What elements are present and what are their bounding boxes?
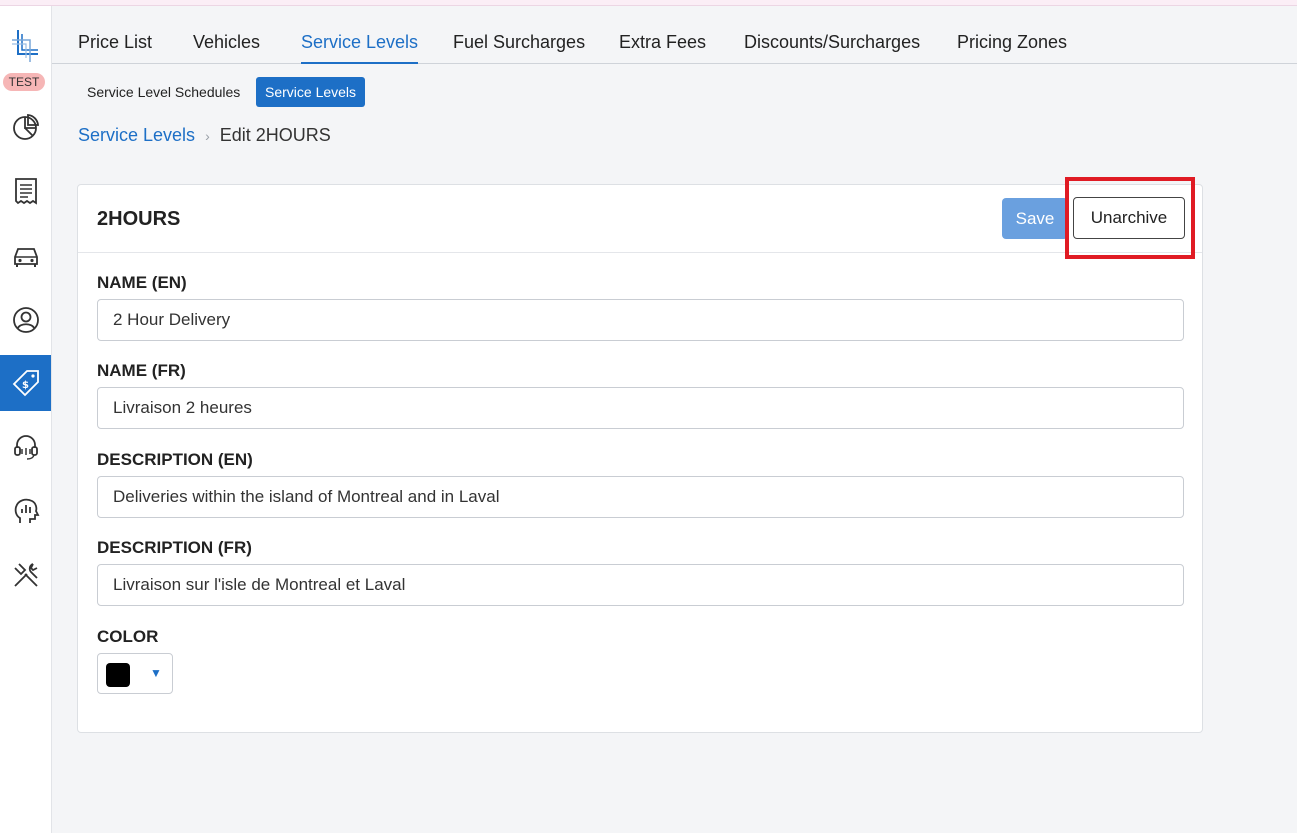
subtab-service-levels[interactable]: Service Levels <box>256 77 366 107</box>
breadcrumb-current: Edit 2HOURS <box>219 125 331 145</box>
color-picker[interactable]: ▼ <box>97 653 173 694</box>
breadcrumb: Service Levels › Edit 2HOURS <box>78 125 331 146</box>
tab-pricing-zones[interactable]: Pricing Zones <box>957 32 1067 64</box>
page-title: 2HOURS <box>97 208 181 230</box>
service-level-form-card: 2HOURS Save Unarchive NAME (EN) NAME (FR… <box>77 184 1203 733</box>
environment-badge: TEST <box>3 73 45 91</box>
tab-vehicles[interactable]: Vehicles <box>193 32 260 64</box>
chevron-down-icon: ▼ <box>150 666 162 680</box>
tab-extra-fees[interactable]: Extra Fees <box>619 32 706 64</box>
description-fr-input[interactable] <box>97 564 1184 606</box>
unarchive-highlight-box <box>1065 177 1195 259</box>
subtab-service-level-schedules[interactable]: Service Level Schedules <box>78 77 249 107</box>
tab-discounts-surcharges[interactable]: Discounts/Surcharges <box>744 32 920 64</box>
receipt-icon[interactable] <box>0 163 51 219</box>
name-en-label: NAME (EN) <box>97 273 187 292</box>
save-button[interactable]: Save <box>1002 198 1068 239</box>
card-header: 2HOURS Save Unarchive <box>78 185 1202 253</box>
app-logo-icon[interactable] <box>10 28 40 66</box>
sidebar: TEST $ <box>0 6 52 833</box>
analytics-head-icon[interactable] <box>0 483 51 539</box>
description-en-label: DESCRIPTION (EN) <box>97 450 253 469</box>
main-tabs: Price List Vehicles Service Levels Fuel … <box>52 20 1297 64</box>
tab-service-levels[interactable]: Service Levels <box>301 32 419 64</box>
tools-icon[interactable] <box>0 547 51 603</box>
svg-text:$: $ <box>22 380 29 391</box>
user-circle-icon[interactable] <box>0 292 51 348</box>
name-en-input[interactable] <box>97 299 1184 341</box>
price-tag-icon[interactable]: $ <box>0 355 51 411</box>
tab-fuel-surcharges[interactable]: Fuel Surcharges <box>453 32 585 64</box>
description-fr-label: DESCRIPTION (FR) <box>97 538 252 557</box>
tab-price-list[interactable]: Price List <box>78 32 152 64</box>
car-icon[interactable] <box>0 228 51 284</box>
breadcrumb-separator-icon: › <box>205 127 210 144</box>
description-en-input[interactable] <box>97 476 1184 518</box>
name-fr-label: NAME (FR) <box>97 361 186 380</box>
headset-icon[interactable] <box>0 419 51 475</box>
name-fr-input[interactable] <box>97 387 1184 429</box>
top-accent-bar <box>0 0 1297 6</box>
color-swatch <box>106 663 130 687</box>
breadcrumb-service-levels-link[interactable]: Service Levels <box>78 125 195 146</box>
color-label: COLOR <box>97 627 159 646</box>
pie-chart-icon[interactable] <box>0 99 51 155</box>
